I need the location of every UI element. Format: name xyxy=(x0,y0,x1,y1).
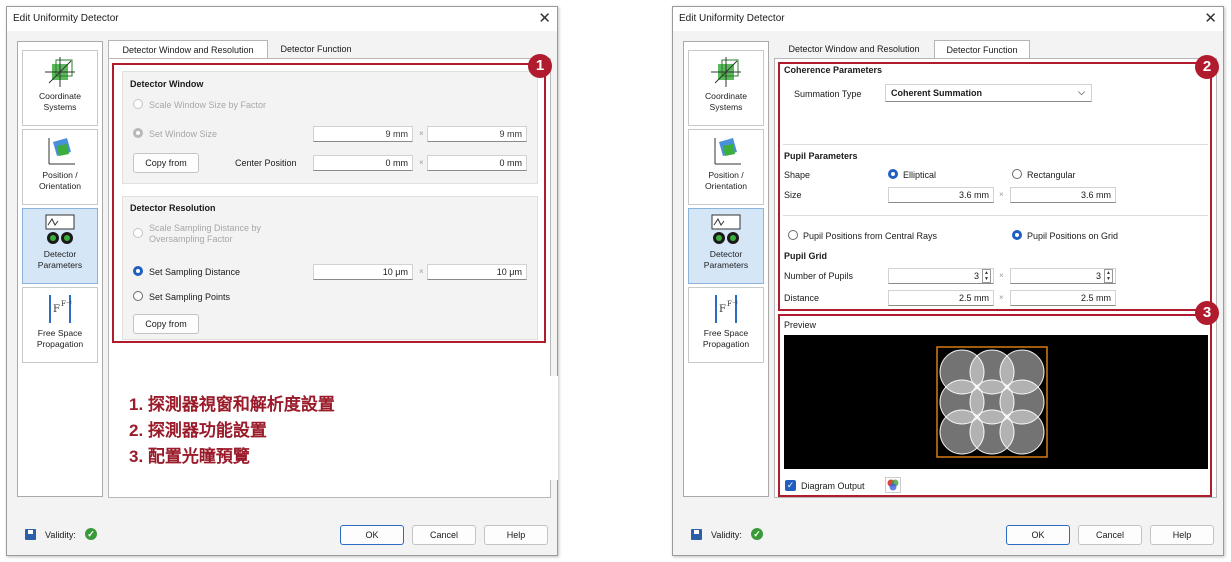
sidebar-item-label: Coordinate xyxy=(704,91,748,101)
highlight-box-2 xyxy=(778,62,1212,311)
cancel-button[interactable]: Cancel xyxy=(1078,525,1142,545)
save-icon[interactable] xyxy=(25,529,36,540)
free-space-propagation-icon: F F⁻¹ xyxy=(715,295,739,323)
sidebar-item-position-orientation[interactable]: Position / Orientation xyxy=(22,129,98,205)
sidebar-item-label: Parameters xyxy=(37,260,83,270)
position-orientation-icon xyxy=(714,138,741,165)
close-icon[interactable]: ✕ xyxy=(538,9,551,27)
ok-button[interactable]: OK xyxy=(1006,525,1070,545)
position-orientation-icon xyxy=(48,138,75,165)
legend-item: 1. 探測器視窗和解析度設置 xyxy=(129,395,335,414)
sidebar-item-label: Systems xyxy=(43,102,77,112)
detector-parameters-icon xyxy=(711,214,741,244)
cancel-button[interactable]: Cancel xyxy=(412,525,476,545)
tab-bar: Detector Window and Resolution Detector … xyxy=(774,40,1034,59)
close-icon[interactable]: ✕ xyxy=(1204,9,1217,27)
dialog-footer: Validity: ✓ OK Cancel Help xyxy=(673,515,1223,555)
validity-label: Validity: xyxy=(711,530,742,540)
step-badge-3: 3 xyxy=(1195,301,1219,325)
step-badge-1: 1 xyxy=(528,54,552,78)
sidebar-item-free-space-propagation[interactable]: F F⁻¹ Free Space Propagation xyxy=(22,287,98,363)
sidebar-item-detector-parameters[interactable]: Detector Parameters xyxy=(688,208,764,284)
coordinate-systems-icon xyxy=(45,57,75,87)
sidebar-item-position-orientation[interactable]: Position / Orientation xyxy=(688,129,764,205)
annotation-legend: 1. 探測器視窗和解析度設置 2. 探測器功能設置 3. 配置光瞳預覽 xyxy=(113,376,558,480)
title-bar: Edit Uniformity Detector ✕ xyxy=(7,7,557,31)
sidebar-item-free-space-propagation[interactable]: F F⁻¹ Free Space Propagation xyxy=(688,287,764,363)
dialog-title: Edit Uniformity Detector xyxy=(13,13,119,24)
tab-detector-window[interactable]: Detector Window and Resolution xyxy=(774,40,934,59)
sidebar-item-label: Position / xyxy=(42,170,78,180)
tab-bar: Detector Window and Resolution Detector … xyxy=(108,40,368,59)
sidebar-item-label: Propagation xyxy=(36,339,84,349)
tab-detector-window[interactable]: Detector Window and Resolution xyxy=(108,40,268,59)
detector-parameters-icon xyxy=(45,214,75,244)
coordinate-systems-icon xyxy=(711,57,741,87)
sidebar-item-coordinate-systems[interactable]: Coordinate Systems xyxy=(22,50,98,126)
sidebar: Coordinate Systems Position / Orientatio… xyxy=(683,41,769,497)
svg-text:F: F xyxy=(719,304,726,315)
sidebar-item-label: Propagation xyxy=(702,339,750,349)
highlight-box-3 xyxy=(778,314,1212,497)
svg-text:F⁻¹: F⁻¹ xyxy=(727,300,739,308)
tab-detector-function[interactable]: Detector Function xyxy=(268,40,364,59)
legend-item: 3. 配置光瞳預覽 xyxy=(129,447,250,466)
sidebar-item-detector-parameters[interactable]: Detector Parameters xyxy=(22,208,98,284)
legend-item: 2. 探測器功能設置 xyxy=(129,421,267,440)
dialog-right: Edit Uniformity Detector ✕ Coordinate Sy… xyxy=(672,6,1224,556)
sidebar-item-coordinate-systems[interactable]: Coordinate Systems xyxy=(688,50,764,126)
sidebar-item-label: Detector xyxy=(709,249,743,259)
tab-detector-function[interactable]: Detector Function xyxy=(934,40,1030,59)
save-icon[interactable] xyxy=(691,529,702,540)
sidebar-item-label: Detector xyxy=(43,249,77,259)
free-space-propagation-icon: F F⁻¹ xyxy=(49,295,73,323)
title-bar: Edit Uniformity Detector ✕ xyxy=(673,7,1223,31)
validity-ok-icon: ✓ xyxy=(751,528,763,540)
sidebar-item-label: Free Space xyxy=(703,328,749,338)
step-badge-2: 2 xyxy=(1195,55,1219,79)
sidebar-item-label: Position / xyxy=(708,170,744,180)
highlight-box-1 xyxy=(112,63,546,343)
sidebar-item-label: Parameters xyxy=(703,260,749,270)
sidebar-item-label: Coordinate xyxy=(38,91,82,101)
validity-ok-icon: ✓ xyxy=(85,528,97,540)
svg-text:F⁻¹: F⁻¹ xyxy=(61,300,73,308)
sidebar-item-label: Systems xyxy=(709,102,743,112)
validity-label: Validity: xyxy=(45,530,76,540)
sidebar-item-label: Free Space xyxy=(37,328,83,338)
ok-button[interactable]: OK xyxy=(340,525,404,545)
sidebar: Coordinate Systems Position / Orientatio… xyxy=(17,41,103,497)
svg-text:F: F xyxy=(53,304,60,315)
sidebar-item-label: Orientation xyxy=(38,181,82,191)
help-button[interactable]: Help xyxy=(484,525,548,545)
dialog-footer: Validity: ✓ OK Cancel Help xyxy=(7,515,557,555)
help-button[interactable]: Help xyxy=(1150,525,1214,545)
sidebar-item-label: Orientation xyxy=(704,181,748,191)
dialog-title: Edit Uniformity Detector xyxy=(679,13,785,24)
